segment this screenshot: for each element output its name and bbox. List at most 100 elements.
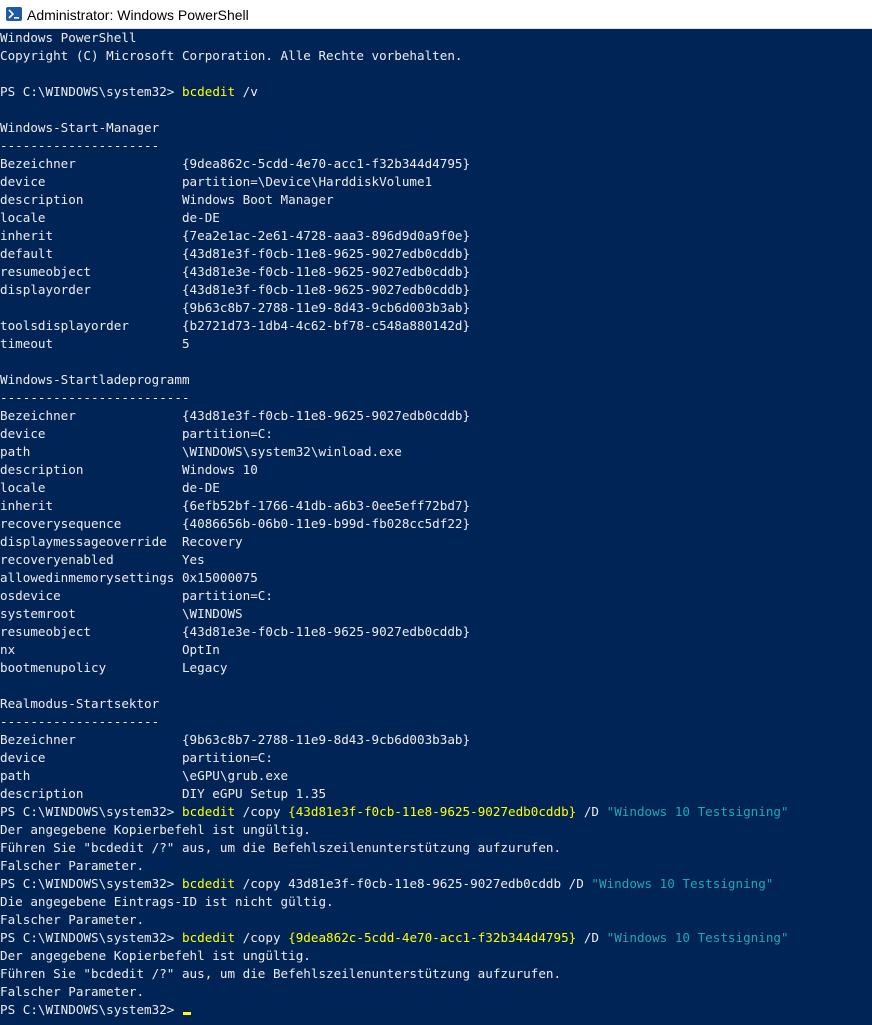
console-line: resumeobject {43d81e3e-f0cb-11e8-9625-90… bbox=[0, 623, 470, 641]
console-line: timeout 5 bbox=[0, 335, 190, 353]
console-text: device partition=C: bbox=[0, 750, 273, 765]
console-text: {9b63c8b7-2788-11e9-8d43-9cb6d003b3ab} bbox=[0, 300, 471, 315]
window-title: Administrator: Windows PowerShell bbox=[27, 7, 249, 23]
console-line: --------------------- bbox=[0, 137, 159, 155]
console-line: description Windows Boot Manager bbox=[0, 191, 334, 209]
console-line: Realmodus-Startsektor bbox=[0, 695, 159, 713]
console-text: PS C:\WINDOWS\system32> bbox=[0, 876, 182, 891]
console-text: PS C:\WINDOWS\system32> bbox=[0, 1002, 182, 1017]
console-line: --------------------- bbox=[0, 713, 159, 731]
console-text: PS C:\WINDOWS\system32> bbox=[0, 84, 182, 99]
console-line: device partition=C: bbox=[0, 749, 273, 767]
console-line: ------------------------- bbox=[0, 389, 190, 407]
console-text: nx OptIn bbox=[0, 642, 220, 657]
command-token: bcdedit bbox=[181, 84, 236, 99]
console-text: device partition=C: bbox=[0, 426, 273, 441]
console-line: Falscher Parameter. bbox=[0, 983, 144, 1001]
console-line: path \WINDOWS\system32\winload.exe bbox=[0, 443, 402, 461]
console-text: /D bbox=[576, 804, 607, 819]
command-token: {9dea862c-5cdd-4e70-acc1-f32b344d4795} bbox=[288, 930, 577, 945]
console-text: Bezeichner {43d81e3f-f0cb-11e8-9625-9027… bbox=[0, 408, 471, 423]
console-text: description Windows Boot Manager bbox=[0, 192, 334, 207]
console-text: toolsdisplayorder {b2721d73-1db4-4c62-bf… bbox=[0, 318, 471, 333]
string-token: "Windows 10 Testsigning" bbox=[606, 804, 789, 819]
console-text: path \WINDOWS\system32\winload.exe bbox=[0, 444, 402, 459]
console-text: osdevice partition=C: bbox=[0, 588, 273, 603]
command-token: bcdedit bbox=[181, 876, 236, 891]
console-line: displayorder {43d81e3f-f0cb-11e8-9625-90… bbox=[0, 281, 470, 299]
console-line: Windows-Start-Manager bbox=[0, 119, 159, 137]
console-line: displaymessageoverride Recovery bbox=[0, 533, 243, 551]
console-line: Der angegebene Kopierbefehl ist ungültig… bbox=[0, 821, 311, 839]
console-text: Der angegebene Kopierbefehl ist ungültig… bbox=[0, 948, 311, 963]
console-text: /copy bbox=[235, 930, 289, 945]
console-line: recoveryenabled Yes bbox=[0, 551, 205, 569]
console-line: Falscher Parameter. bbox=[0, 911, 144, 929]
console-text: Realmodus-Startsektor bbox=[0, 696, 160, 711]
console-line: Bezeichner {9b63c8b7-2788-11e9-8d43-9cb6… bbox=[0, 731, 470, 749]
console-line: toolsdisplayorder {b2721d73-1db4-4c62-bf… bbox=[0, 317, 470, 335]
console-text: /D bbox=[576, 930, 607, 945]
powershell-icon bbox=[6, 7, 22, 21]
console-line: locale de-DE bbox=[0, 209, 220, 227]
command-token: bcdedit bbox=[181, 930, 236, 945]
console-line: path \eGPU\grub.exe bbox=[0, 767, 288, 785]
console-text: Die angegebene Eintrags-ID ist nicht gül… bbox=[0, 894, 334, 909]
console-line: Windows PowerShell bbox=[0, 29, 136, 47]
console-text: displaymessageoverride Recovery bbox=[0, 534, 243, 549]
console-text: resumeobject {43d81e3e-f0cb-11e8-9625-90… bbox=[0, 264, 471, 279]
console-text: inherit {7ea2e1ac-2e61-4728-aaa3-896d9d0… bbox=[0, 228, 471, 243]
console-text: displayorder {43d81e3f-f0cb-11e8-9625-90… bbox=[0, 282, 471, 297]
console-text: path \eGPU\grub.exe bbox=[0, 768, 289, 783]
console-text: locale de-DE bbox=[0, 210, 220, 225]
console-text: --------------------- bbox=[0, 138, 160, 153]
console-line: bootmenupolicy Legacy bbox=[0, 659, 227, 677]
console-text: Windows-Start-Manager bbox=[0, 120, 160, 135]
console-text: /copy bbox=[235, 804, 289, 819]
console-text: timeout 5 bbox=[0, 336, 190, 351]
console-output[interactable]: Windows PowerShell Copyright (C) Microsof… bbox=[0, 29, 872, 1025]
title-bar[interactable]: Administrator: Windows PowerShell bbox=[0, 0, 872, 29]
string-token: "Windows 10 Testsigning" bbox=[606, 930, 789, 945]
console-line: Führen Sie "bcdedit /?" aus, um die Befe… bbox=[0, 965, 561, 983]
console-text: Copyright (C) Microsoft Corporation. All… bbox=[0, 48, 463, 63]
console-line: Die angegebene Eintrags-ID ist nicht gül… bbox=[0, 893, 334, 911]
console-line: recoverysequence {4086656b-06b0-11e9-b99… bbox=[0, 515, 470, 533]
console-text: recoveryenabled Yes bbox=[0, 552, 205, 567]
console-text: Falscher Parameter. bbox=[0, 912, 145, 927]
console-line: description Windows 10 bbox=[0, 461, 258, 479]
console-text: Falscher Parameter. bbox=[0, 984, 145, 999]
console-line: Bezeichner {43d81e3f-f0cb-11e8-9625-9027… bbox=[0, 407, 470, 425]
console-text: Windows PowerShell bbox=[0, 30, 137, 45]
text-cursor[interactable] bbox=[182, 1012, 191, 1015]
string-token: "Windows 10 Testsigning" bbox=[591, 876, 774, 891]
console-line: Falscher Parameter. bbox=[0, 857, 144, 875]
console-line: osdevice partition=C: bbox=[0, 587, 273, 605]
console-text: Bezeichner {9b63c8b7-2788-11e9-8d43-9cb6… bbox=[0, 732, 471, 747]
console-text: --------------------- bbox=[0, 714, 160, 729]
console-text: inherit {6efb52bf-1766-41db-a6b3-0ee5eff… bbox=[0, 498, 471, 513]
console-line: PS C:\WINDOWS\system32> bcdedit /copy {4… bbox=[0, 803, 789, 821]
console-text: default {43d81e3f-f0cb-11e8-9625-9027edb… bbox=[0, 246, 471, 261]
console-text: device partition=\Device\HarddiskVolume1 bbox=[0, 174, 433, 189]
console-text: resumeobject {43d81e3e-f0cb-11e8-9625-90… bbox=[0, 624, 471, 639]
console-line: PS C:\WINDOWS\system32> bcdedit /copy {9… bbox=[0, 929, 789, 947]
console-text: Führen Sie "bcdedit /?" aus, um die Befe… bbox=[0, 840, 562, 855]
console-text: Windows-Startladeprogramm bbox=[0, 372, 190, 387]
console-line: PS C:\WINDOWS\system32> bbox=[0, 1001, 191, 1019]
console-line: allowedinmemorysettings 0x15000075 bbox=[0, 569, 258, 587]
command-token: {43d81e3f-f0cb-11e8-9625-9027edb0cddb} bbox=[288, 804, 577, 819]
console-line: inherit {6efb52bf-1766-41db-a6b3-0ee5eff… bbox=[0, 497, 470, 515]
console-text: PS C:\WINDOWS\system32> bbox=[0, 804, 182, 819]
console-line: inherit {7ea2e1ac-2e61-4728-aaa3-896d9d0… bbox=[0, 227, 470, 245]
console-text: description DIY eGPU Setup 1.35 bbox=[0, 786, 327, 801]
console-line: default {43d81e3f-f0cb-11e8-9625-9027edb… bbox=[0, 245, 470, 263]
console-line: device partition=\Device\HarddiskVolume1 bbox=[0, 173, 432, 191]
console-text: systemroot \WINDOWS bbox=[0, 606, 243, 621]
console-text: ------------------------- bbox=[0, 390, 190, 405]
console-line: device partition=C: bbox=[0, 425, 273, 443]
console-line: Copyright (C) Microsoft Corporation. All… bbox=[0, 47, 463, 65]
console-line: Der angegebene Kopierbefehl ist ungültig… bbox=[0, 947, 311, 965]
console-line: systemroot \WINDOWS bbox=[0, 605, 243, 623]
console-line: description DIY eGPU Setup 1.35 bbox=[0, 785, 326, 803]
